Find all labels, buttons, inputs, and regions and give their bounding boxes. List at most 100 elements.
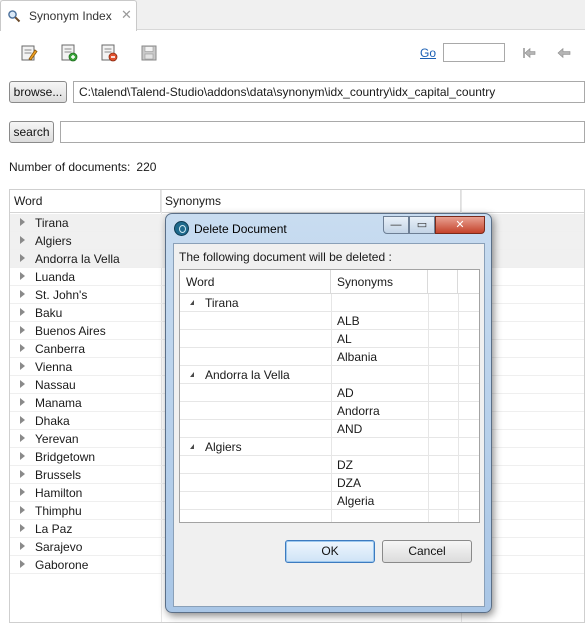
row-word: St. John's [35, 288, 88, 302]
row-synonym: Andorra [337, 404, 380, 418]
tree-row-synonym[interactable]: AL [180, 330, 479, 348]
expand-arrow-icon[interactable] [20, 470, 25, 478]
expand-arrow-icon[interactable] [20, 308, 25, 316]
expand-arrow-icon[interactable] [20, 434, 25, 442]
delete-document-dialog: Delete Document — ▭ ✕ The following docu… [165, 213, 492, 613]
row-word: Bridgetown [35, 450, 96, 464]
row-word: Luanda [35, 270, 76, 284]
row-word: Thimphu [35, 504, 82, 518]
collapse-arrow-icon[interactable] [190, 372, 194, 377]
row-word: Andorra la Vella [205, 368, 290, 382]
column-header-synonyms[interactable]: Synonyms [331, 270, 428, 294]
row-word: Nassau [35, 378, 76, 392]
row-synonym: AND [337, 422, 363, 436]
add-document-icon[interactable] [60, 44, 78, 62]
table-header: Word Synonyms [10, 190, 584, 213]
editor-tab-strip: Synonym Index ✕ [0, 0, 585, 31]
search-input[interactable] [60, 121, 585, 143]
row-synonym: DZ [337, 458, 353, 472]
first-page-icon[interactable] [521, 45, 537, 61]
expand-arrow-icon[interactable] [20, 542, 25, 550]
row-word: Andorra la Vella [35, 252, 120, 266]
column-header-word[interactable]: Word [10, 190, 161, 213]
tree-row-synonym[interactable]: AND [180, 420, 479, 438]
tree-row-synonym[interactable]: Algeria [180, 492, 479, 510]
expand-arrow-icon[interactable] [20, 362, 25, 370]
row-word: Canberra [35, 342, 86, 356]
row-word: Tirana [205, 296, 239, 310]
ok-button[interactable]: OK [285, 540, 375, 563]
row-synonym: Albania [337, 350, 378, 364]
index-path-field[interactable]: C:\talend\Talend-Studio\addons\data\syno… [73, 81, 585, 103]
go-link[interactable]: Go [420, 46, 436, 60]
synonym-index-view: Synonym Index ✕ Go browse... C:\talend\T… [0, 0, 585, 623]
row-synonym: ALB [337, 314, 360, 328]
tree-row-synonym[interactable]: DZA [180, 474, 479, 492]
row-word: Buenos Aires [35, 324, 106, 338]
tab-close-icon[interactable]: ✕ [121, 7, 132, 23]
tab-title: Synonym Index [29, 9, 112, 23]
expand-arrow-icon[interactable] [20, 398, 25, 406]
expand-arrow-icon[interactable] [20, 452, 25, 460]
row-synonym: AD [337, 386, 354, 400]
tree-row-synonym[interactable]: Albania [180, 348, 479, 366]
row-word: Tirana [35, 216, 69, 230]
tree-row-synonym[interactable]: AD [180, 384, 479, 402]
expand-arrow-icon[interactable] [20, 254, 25, 262]
expand-arrow-icon[interactable] [20, 560, 25, 568]
previous-page-icon[interactable] [556, 45, 572, 61]
row-word: Algiers [205, 440, 242, 454]
row-word: Brussels [35, 468, 82, 482]
collapse-arrow-icon[interactable] [190, 444, 194, 449]
browse-button[interactable]: browse... [9, 81, 67, 103]
window-controls: — ▭ ✕ [383, 216, 486, 234]
talend-app-icon [174, 221, 189, 236]
document-count: Number of documents: 220 [9, 160, 156, 174]
tree-row-word[interactable]: Algiers [180, 438, 479, 456]
search-button[interactable]: search [9, 121, 54, 143]
minimize-icon[interactable]: — [383, 216, 409, 234]
expand-arrow-icon[interactable] [20, 380, 25, 388]
row-word: La Paz [35, 522, 73, 536]
close-icon[interactable]: ✕ [435, 216, 485, 234]
synonym-search-icon [8, 10, 21, 23]
row-word: Hamilton [35, 486, 83, 500]
save-icon[interactable] [140, 44, 158, 62]
collapse-arrow-icon[interactable] [190, 300, 194, 305]
expand-arrow-icon[interactable] [20, 290, 25, 298]
cancel-button[interactable]: Cancel [382, 540, 472, 563]
tree-row-synonym[interactable]: Andorra [180, 402, 479, 420]
dialog-title: Delete Document [194, 222, 287, 236]
row-word: Vienna [35, 360, 73, 374]
row-synonym: AL [337, 332, 352, 346]
expand-arrow-icon[interactable] [20, 488, 25, 496]
page-number-input[interactable] [443, 43, 505, 62]
maximize-icon[interactable]: ▭ [409, 216, 435, 234]
delete-document-icon[interactable] [100, 44, 118, 62]
tab-synonym-index[interactable]: Synonym Index ✕ [0, 0, 137, 31]
tree-row-word[interactable]: Tirana [180, 294, 479, 312]
row-word: Sarajevo [35, 540, 83, 554]
column-header-filler [458, 270, 479, 294]
document-count-label: Number of documents: [9, 160, 131, 174]
expand-arrow-icon[interactable] [20, 218, 25, 226]
tree-row-word[interactable]: Andorra la Vella [180, 366, 479, 384]
column-header-word[interactable]: Word [180, 270, 331, 294]
tree-row-synonym[interactable]: ALB [180, 312, 479, 330]
column-header-synonyms[interactable]: Synonyms [161, 190, 461, 213]
row-word: Baku [35, 306, 63, 320]
edit-document-icon[interactable] [20, 44, 38, 62]
documents-to-delete-table[interactable]: Word Synonyms Tirana ALB AL Albania Andorra … [179, 269, 480, 523]
tree-row-synonym[interactable]: DZ [180, 456, 479, 474]
expand-arrow-icon[interactable] [20, 272, 25, 280]
expand-arrow-icon[interactable] [20, 326, 25, 334]
dialog-message: The following document will be deleted : [179, 250, 392, 264]
expand-arrow-icon[interactable] [20, 506, 25, 514]
empty-row [180, 510, 479, 522]
expand-arrow-icon[interactable] [20, 416, 25, 424]
expand-arrow-icon[interactable] [20, 524, 25, 532]
row-word: Dhaka [35, 414, 70, 428]
row-synonym: Algeria [337, 494, 375, 508]
expand-arrow-icon[interactable] [20, 344, 25, 352]
expand-arrow-icon[interactable] [20, 236, 25, 244]
